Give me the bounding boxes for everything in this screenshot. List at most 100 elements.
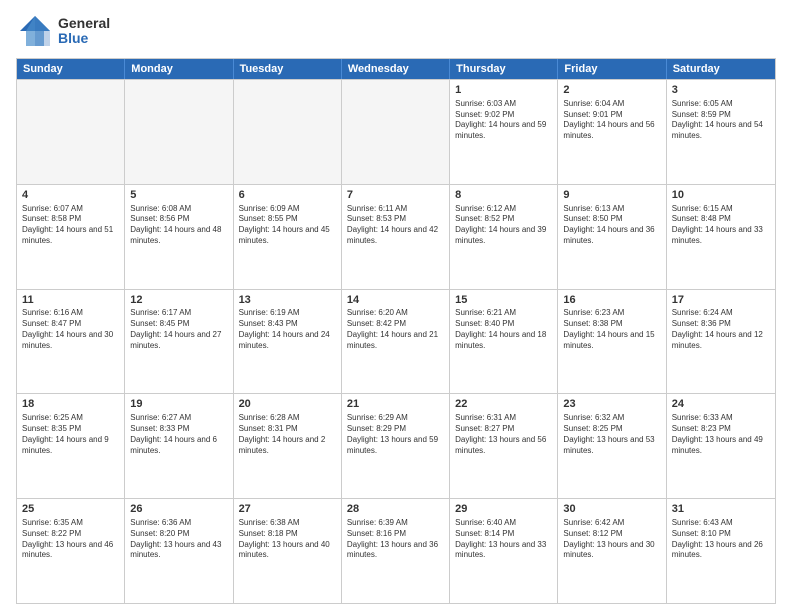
calendar-cell: 28Sunrise: 6:39 AMSunset: 8:16 PMDayligh…: [342, 499, 450, 603]
day-number: 12: [130, 293, 227, 308]
logo-text: General Blue: [58, 16, 110, 47]
calendar-cell: 10Sunrise: 6:15 AMSunset: 8:48 PMDayligh…: [667, 185, 775, 289]
calendar-cell: 19Sunrise: 6:27 AMSunset: 8:33 PMDayligh…: [125, 394, 233, 498]
calendar-cell: 18Sunrise: 6:25 AMSunset: 8:35 PMDayligh…: [17, 394, 125, 498]
calendar-body: 1Sunrise: 6:03 AMSunset: 9:02 PMDaylight…: [17, 79, 775, 603]
calendar-cell: 16Sunrise: 6:23 AMSunset: 8:38 PMDayligh…: [558, 290, 666, 394]
cell-info: Sunrise: 6:43 AMSunset: 8:10 PMDaylight:…: [672, 518, 770, 561]
calendar-cell: 2Sunrise: 6:04 AMSunset: 9:01 PMDaylight…: [558, 80, 666, 184]
header-cell-thursday: Thursday: [450, 59, 558, 79]
calendar-cell: 20Sunrise: 6:28 AMSunset: 8:31 PMDayligh…: [234, 394, 342, 498]
header-cell-sunday: Sunday: [17, 59, 125, 79]
day-number: 30: [563, 502, 660, 517]
cell-info: Sunrise: 6:40 AMSunset: 8:14 PMDaylight:…: [455, 518, 552, 561]
cell-info: Sunrise: 6:07 AMSunset: 8:58 PMDaylight:…: [22, 204, 119, 247]
cell-info: Sunrise: 6:39 AMSunset: 8:16 PMDaylight:…: [347, 518, 444, 561]
day-number: 5: [130, 188, 227, 203]
cell-info: Sunrise: 6:35 AMSunset: 8:22 PMDaylight:…: [22, 518, 119, 561]
cell-info: Sunrise: 6:29 AMSunset: 8:29 PMDaylight:…: [347, 413, 444, 456]
calendar-cell: 15Sunrise: 6:21 AMSunset: 8:40 PMDayligh…: [450, 290, 558, 394]
day-number: 27: [239, 502, 336, 517]
calendar-cell: 1Sunrise: 6:03 AMSunset: 9:02 PMDaylight…: [450, 80, 558, 184]
calendar-cell: [234, 80, 342, 184]
calendar-cell: 24Sunrise: 6:33 AMSunset: 8:23 PMDayligh…: [667, 394, 775, 498]
day-number: 22: [455, 397, 552, 412]
day-number: 9: [563, 188, 660, 203]
day-number: 24: [672, 397, 770, 412]
page: General Blue SundayMondayTuesdayWednesda…: [0, 0, 792, 612]
cell-info: Sunrise: 6:11 AMSunset: 8:53 PMDaylight:…: [347, 204, 444, 247]
cell-info: Sunrise: 6:19 AMSunset: 8:43 PMDaylight:…: [239, 308, 336, 351]
cell-info: Sunrise: 6:21 AMSunset: 8:40 PMDaylight:…: [455, 308, 552, 351]
calendar-cell: 11Sunrise: 6:16 AMSunset: 8:47 PMDayligh…: [17, 290, 125, 394]
calendar-row-1: 4Sunrise: 6:07 AMSunset: 8:58 PMDaylight…: [17, 184, 775, 289]
cell-info: Sunrise: 6:28 AMSunset: 8:31 PMDaylight:…: [239, 413, 336, 456]
header-cell-wednesday: Wednesday: [342, 59, 450, 79]
calendar-cell: 31Sunrise: 6:43 AMSunset: 8:10 PMDayligh…: [667, 499, 775, 603]
calendar-cell: 27Sunrise: 6:38 AMSunset: 8:18 PMDayligh…: [234, 499, 342, 603]
calendar-cell: 12Sunrise: 6:17 AMSunset: 8:45 PMDayligh…: [125, 290, 233, 394]
cell-info: Sunrise: 6:42 AMSunset: 8:12 PMDaylight:…: [563, 518, 660, 561]
calendar-cell: 22Sunrise: 6:31 AMSunset: 8:27 PMDayligh…: [450, 394, 558, 498]
cell-info: Sunrise: 6:32 AMSunset: 8:25 PMDaylight:…: [563, 413, 660, 456]
day-number: 1: [455, 83, 552, 98]
day-number: 28: [347, 502, 444, 517]
calendar-cell: 14Sunrise: 6:20 AMSunset: 8:42 PMDayligh…: [342, 290, 450, 394]
calendar: SundayMondayTuesdayWednesdayThursdayFrid…: [16, 58, 776, 604]
day-number: 11: [22, 293, 119, 308]
day-number: 10: [672, 188, 770, 203]
header-cell-saturday: Saturday: [667, 59, 775, 79]
day-number: 17: [672, 293, 770, 308]
day-number: 16: [563, 293, 660, 308]
calendar-cell: [17, 80, 125, 184]
day-number: 21: [347, 397, 444, 412]
header-cell-friday: Friday: [558, 59, 666, 79]
calendar-cell: 17Sunrise: 6:24 AMSunset: 8:36 PMDayligh…: [667, 290, 775, 394]
calendar-cell: 25Sunrise: 6:35 AMSunset: 8:22 PMDayligh…: [17, 499, 125, 603]
logo: General Blue: [16, 12, 110, 50]
calendar-cell: 23Sunrise: 6:32 AMSunset: 8:25 PMDayligh…: [558, 394, 666, 498]
cell-info: Sunrise: 6:09 AMSunset: 8:55 PMDaylight:…: [239, 204, 336, 247]
cell-info: Sunrise: 6:13 AMSunset: 8:50 PMDaylight:…: [563, 204, 660, 247]
cell-info: Sunrise: 6:04 AMSunset: 9:01 PMDaylight:…: [563, 99, 660, 142]
header: General Blue: [16, 12, 776, 50]
calendar-cell: 7Sunrise: 6:11 AMSunset: 8:53 PMDaylight…: [342, 185, 450, 289]
day-number: 19: [130, 397, 227, 412]
day-number: 15: [455, 293, 552, 308]
cell-info: Sunrise: 6:16 AMSunset: 8:47 PMDaylight:…: [22, 308, 119, 351]
calendar-cell: 8Sunrise: 6:12 AMSunset: 8:52 PMDaylight…: [450, 185, 558, 289]
calendar-cell: [342, 80, 450, 184]
day-number: 4: [22, 188, 119, 203]
cell-info: Sunrise: 6:20 AMSunset: 8:42 PMDaylight:…: [347, 308, 444, 351]
calendar-header: SundayMondayTuesdayWednesdayThursdayFrid…: [17, 59, 775, 79]
cell-info: Sunrise: 6:12 AMSunset: 8:52 PMDaylight:…: [455, 204, 552, 247]
cell-info: Sunrise: 6:17 AMSunset: 8:45 PMDaylight:…: [130, 308, 227, 351]
cell-info: Sunrise: 6:05 AMSunset: 8:59 PMDaylight:…: [672, 99, 770, 142]
calendar-row-3: 18Sunrise: 6:25 AMSunset: 8:35 PMDayligh…: [17, 393, 775, 498]
calendar-cell: 9Sunrise: 6:13 AMSunset: 8:50 PMDaylight…: [558, 185, 666, 289]
day-number: 31: [672, 502, 770, 517]
cell-info: Sunrise: 6:08 AMSunset: 8:56 PMDaylight:…: [130, 204, 227, 247]
calendar-cell: 29Sunrise: 6:40 AMSunset: 8:14 PMDayligh…: [450, 499, 558, 603]
day-number: 8: [455, 188, 552, 203]
cell-info: Sunrise: 6:25 AMSunset: 8:35 PMDaylight:…: [22, 413, 119, 456]
day-number: 2: [563, 83, 660, 98]
day-number: 29: [455, 502, 552, 517]
day-number: 20: [239, 397, 336, 412]
cell-info: Sunrise: 6:15 AMSunset: 8:48 PMDaylight:…: [672, 204, 770, 247]
calendar-cell: 3Sunrise: 6:05 AMSunset: 8:59 PMDaylight…: [667, 80, 775, 184]
day-number: 7: [347, 188, 444, 203]
cell-info: Sunrise: 6:36 AMSunset: 8:20 PMDaylight:…: [130, 518, 227, 561]
day-number: 25: [22, 502, 119, 517]
calendar-row-4: 25Sunrise: 6:35 AMSunset: 8:22 PMDayligh…: [17, 498, 775, 603]
day-number: 23: [563, 397, 660, 412]
cell-info: Sunrise: 6:23 AMSunset: 8:38 PMDaylight:…: [563, 308, 660, 351]
day-number: 26: [130, 502, 227, 517]
cell-info: Sunrise: 6:27 AMSunset: 8:33 PMDaylight:…: [130, 413, 227, 456]
calendar-row-0: 1Sunrise: 6:03 AMSunset: 9:02 PMDaylight…: [17, 79, 775, 184]
day-number: 13: [239, 293, 336, 308]
cell-info: Sunrise: 6:38 AMSunset: 8:18 PMDaylight:…: [239, 518, 336, 561]
calendar-cell: 5Sunrise: 6:08 AMSunset: 8:56 PMDaylight…: [125, 185, 233, 289]
logo-blue-text: Blue: [58, 31, 110, 46]
cell-info: Sunrise: 6:31 AMSunset: 8:27 PMDaylight:…: [455, 413, 552, 456]
